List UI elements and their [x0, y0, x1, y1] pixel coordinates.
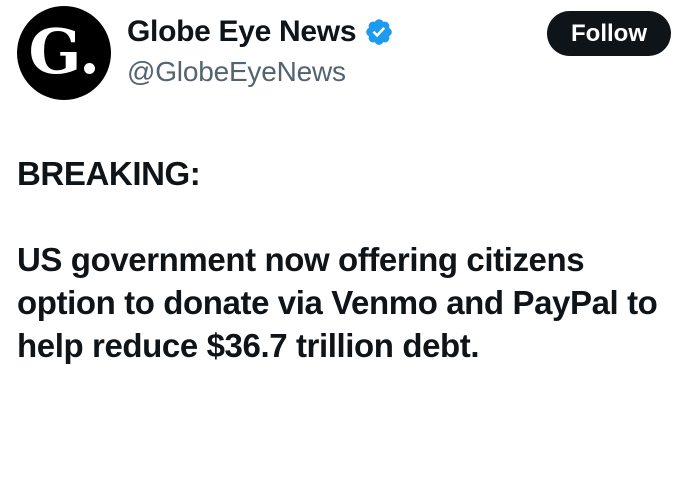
verified-badge-icon[interactable] [364, 17, 394, 47]
tweet-card: G Globe Eye News @GlobeEyeNews Follow BR… [0, 0, 700, 477]
follow-button[interactable]: Follow [547, 11, 671, 56]
avatar-dot [84, 62, 96, 74]
display-name[interactable]: Globe Eye News [127, 15, 357, 49]
name-row: Globe Eye News [127, 12, 394, 52]
avatar[interactable]: G [17, 6, 111, 100]
avatar-letter: G [28, 15, 82, 88]
account-handle[interactable]: @GlobeEyeNews [127, 56, 394, 88]
breaking-label: BREAKING: [17, 155, 201, 192]
tweet-text: BREAKING: US government now offering cit… [17, 152, 677, 367]
account-identity: Globe Eye News @GlobeEyeNews [127, 12, 394, 88]
tweet-body: US government now offering citizens opti… [17, 241, 658, 364]
